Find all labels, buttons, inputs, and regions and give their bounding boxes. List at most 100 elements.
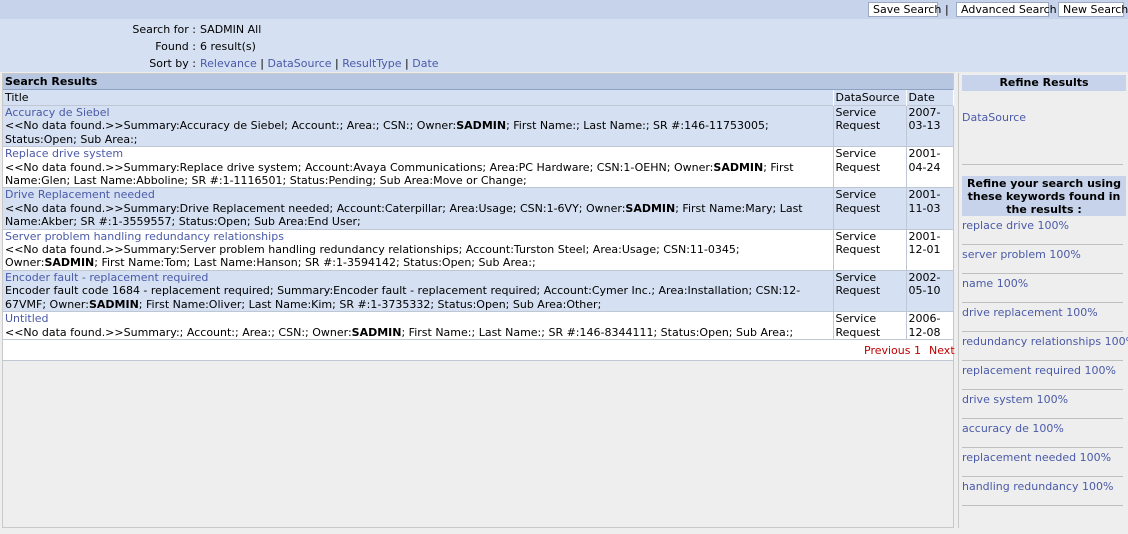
sort-resulttype-link[interactable]: ResultType [342,57,401,70]
datasource-cell: Service Request [833,228,907,271]
result-summary: Encoder fault code 1684 - replacement re… [5,284,831,311]
sort-datasource-link[interactable]: DataSource [268,57,332,70]
sort-separator: | [260,57,264,70]
sort-relevance-link[interactable]: Relevance [200,57,257,70]
result-cell: Server problem handling redundancy relat… [3,228,834,271]
sort-separator: | [405,57,409,70]
found-value: 6 result(s) [200,40,256,53]
keyword-item: name 100% [962,274,1123,303]
owner-highlight: SADMIN [713,160,764,174]
result-summary: <<No data found.>>Summary:Server problem… [5,243,831,270]
keyword-link[interactable]: handling redundancy 100% [962,480,1113,493]
results-header-row: Title DataSource Date [3,90,954,106]
keyword-link[interactable]: name 100% [962,277,1028,290]
table-row: Accuracy de Siebel <<No data found.>>Sum… [3,104,954,147]
summary-text: ; First Name:Oliver; Last Name:Kim; SR #… [138,297,602,311]
column-header-datasource[interactable]: DataSource [833,90,907,106]
sort-date-link[interactable]: Date [412,57,438,70]
table-row: Untitled <<No data found.>>Summary:; Acc… [3,311,954,339]
keyword-item: handling redundancy 100% [962,477,1123,506]
summary-text: ; First Name:; Last Name:; SR #:146-8344… [401,325,794,339]
keyword-item: redundancy relationships 100% [962,332,1128,361]
refine-results-panel: Refine Results DataSource Refine your se… [958,73,1128,528]
datasource-cell: Service Request [833,146,907,188]
summary-text: <<No data found.>>Summary:Replace drive … [5,160,714,174]
column-header-date[interactable]: Date [906,90,954,106]
date-cell: 2001-04-24 [906,146,954,188]
summary-text: <<No data found.>>Summary:Accuracy de Si… [5,119,457,133]
date-cell: 2007-03-13 [906,104,954,147]
keyword-link[interactable]: server problem 100% [962,248,1081,261]
table-row: Server problem handling redundancy relat… [3,228,954,271]
result-summary: <<No data found.>>Summary:; Account:; Ar… [5,326,831,339]
table-row: Replace drive system <<No data found.>>S… [3,146,954,188]
keyword-item: replace drive 100% [962,216,1123,245]
sort-by-label: Sort by : [149,57,196,70]
result-summary: <<No data found.>>Summary:Drive Replacem… [5,202,831,229]
found-label: Found : [155,40,196,53]
table-row: Encoder fault - replacement required Enc… [3,269,954,312]
result-cell: Encoder fault - replacement required Enc… [3,269,834,312]
save-search-button[interactable]: Save Search [868,2,941,17]
owner-highlight: SADMIN [625,201,676,215]
page-number-link[interactable]: 1 [914,344,921,357]
owner-highlight: SADMIN [456,119,507,133]
new-search-button[interactable]: New Search [1058,2,1128,17]
keyword-item: server problem 100% [962,245,1123,274]
summary-text: ; First Name:Tom; Last Name:Hanson; SR #… [94,256,536,270]
keyword-item: drive system 100% [962,390,1123,419]
summary-text: <<No data found.>>Summary:Drive Replacem… [5,201,626,215]
refine-datasource-link[interactable]: DataSource [962,111,1026,124]
sort-separator: | [335,57,339,70]
previous-page-link[interactable]: Previous [864,344,911,357]
datasource-cell: Service Request [833,269,907,312]
date-cell: 2001-11-03 [906,187,954,230]
result-cell: Accuracy de Siebel <<No data found.>>Sum… [3,104,834,147]
datasource-cell: Service Request [833,187,907,230]
result-title-link[interactable]: Encoder fault - replacement required [5,271,831,284]
owner-highlight: SADMIN [88,297,139,311]
result-summary: <<No data found.>>Summary:Accuracy de Si… [5,119,831,146]
keyword-item: accuracy de 100% [962,419,1123,448]
pagination-bar: Previous 1 Next [3,338,955,361]
owner-highlight: SADMIN [351,325,402,339]
date-cell: 2002-05-10 [906,269,954,312]
sort-options: Relevance | DataSource | ResultType | Da… [200,57,439,70]
result-cell: Untitled <<No data found.>>Summary:; Acc… [3,311,834,339]
table-row: Drive Replacement needed <<No data found… [3,187,954,230]
result-cell: Replace drive system <<No data found.>>S… [3,146,834,188]
keyword-link[interactable]: replacement needed 100% [962,451,1111,464]
result-title-link[interactable]: Server problem handling redundancy relat… [5,230,831,243]
search-info-panel: Search for : SADMIN All Found : 6 result… [0,19,1128,72]
search-results-header: Search Results [3,74,953,90]
keyword-link[interactable]: replacement required 100% [962,364,1116,377]
keyword-item: replacement required 100% [962,361,1123,390]
result-title-link[interactable]: Drive Replacement needed [5,188,831,201]
keyword-item: drive replacement 100% [962,303,1123,332]
result-title-link[interactable]: Replace drive system [5,147,831,160]
owner-highlight: SADMIN [44,256,95,270]
keyword-link[interactable]: drive system 100% [962,393,1068,406]
result-summary: <<No data found.>>Summary:Replace drive … [5,161,831,188]
datasource-cell: Service Request [833,311,907,339]
keyword-link[interactable]: replace drive 100% [962,219,1069,232]
keywords-title: Refine your search using these keywords … [962,176,1126,216]
date-cell: 2001-12-01 [906,228,954,271]
toolbar-separator: | [945,3,949,16]
result-cell: Drive Replacement needed <<No data found… [3,187,834,230]
keyword-item: replacement needed 100% [962,448,1123,477]
keyword-link[interactable]: drive replacement 100% [962,306,1098,319]
summary-text: <<No data found.>>Summary:; Account:; Ar… [5,325,352,339]
keyword-link[interactable]: redundancy relationships 100% [962,335,1128,348]
result-title-link[interactable]: Untitled [5,312,831,325]
column-header-title[interactable]: Title [3,90,834,106]
refine-results-title: Refine Results [962,75,1126,91]
next-page-link[interactable]: Next [929,344,955,357]
results-table: Title DataSource Date Accuracy de Siebel… [3,90,954,339]
datasource-cell: Service Request [833,104,907,147]
search-for-label: Search for : [132,23,196,36]
keyword-link[interactable]: accuracy de 100% [962,422,1064,435]
advanced-search-button[interactable]: Advanced Search [956,2,1057,17]
result-title-link[interactable]: Accuracy de Siebel [5,106,831,119]
search-for-value: SADMIN All [200,23,262,36]
